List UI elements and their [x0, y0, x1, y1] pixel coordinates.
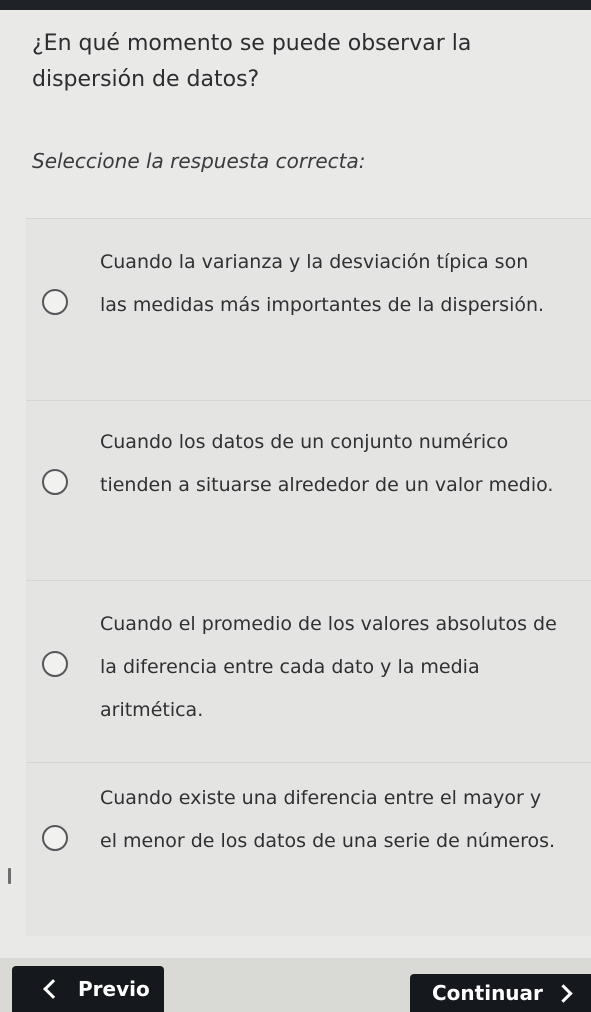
answer-option-text: Cuando la varianza y la desviación típic… [100, 251, 545, 316]
radio-button[interactable] [42, 289, 68, 315]
answer-option-text: Cuando los datos de un conjunto numérico… [100, 431, 554, 496]
radio-button[interactable] [42, 469, 68, 495]
side-marker [8, 868, 11, 884]
continue-button[interactable]: Continuar [410, 974, 591, 1012]
instruction-text: Seleccione la respuesta correcta: [32, 149, 366, 173]
answer-option-2[interactable]: Cuando los datos de un conjunto numérico… [26, 400, 591, 580]
answer-option-1[interactable]: Cuando la varianza y la desviación típic… [26, 218, 591, 400]
chevron-left-icon [43, 979, 63, 999]
chevron-right-icon [554, 983, 573, 1003]
answer-option-text: Cuando existe una diferencia entre el ma… [100, 787, 556, 852]
answer-option-text: Cuando el promedio de los valores absolu… [100, 613, 557, 721]
answer-option-3[interactable]: Cuando el promedio de los valores absolu… [26, 580, 591, 762]
top-status-strip [0, 0, 591, 10]
previous-button[interactable]: Previo [12, 966, 164, 1012]
radio-button[interactable] [42, 825, 68, 851]
continue-button-label: Continuar [432, 981, 543, 1005]
previous-button-label: Previo [78, 977, 150, 1001]
answer-option-4[interactable]: Cuando existe una diferencia entre el ma… [26, 762, 591, 936]
question-text: ¿En qué momento se puede observar la dis… [32, 31, 472, 92]
answer-options: Cuando la varianza y la desviación típic… [26, 218, 591, 936]
radio-button[interactable] [42, 651, 68, 677]
